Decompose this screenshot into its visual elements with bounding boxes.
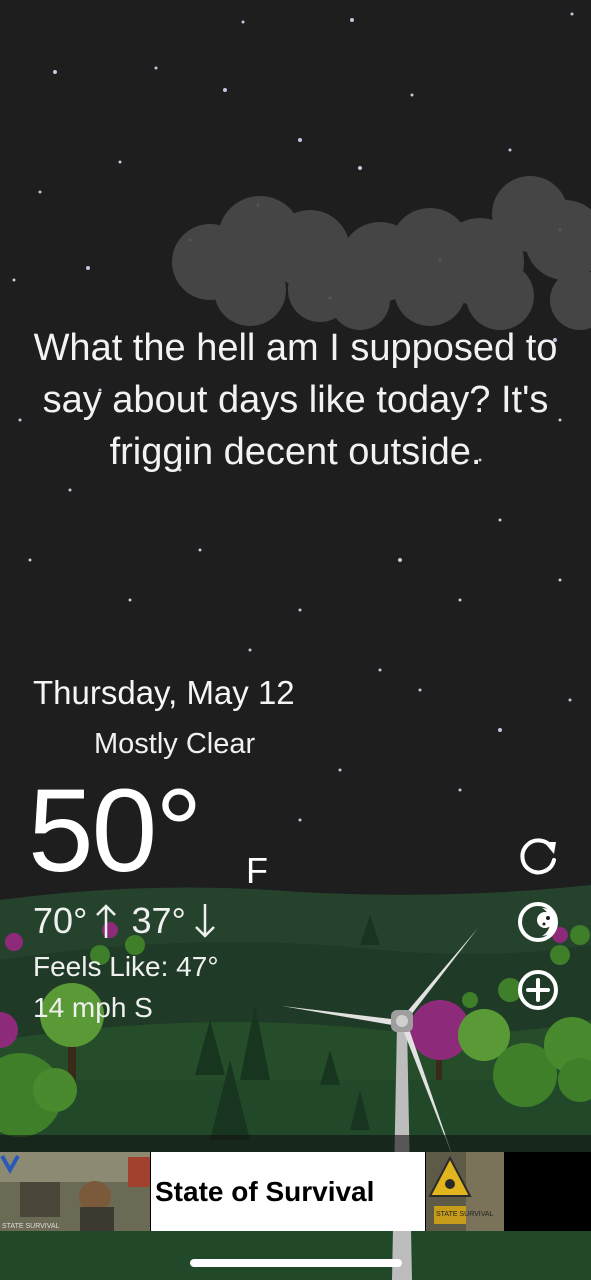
- ad-banner[interactable]: STATE SURVIVAL State of Survival STATE S…: [0, 1152, 591, 1231]
- ad-right-caption: STATE SURVIVAL: [436, 1211, 494, 1218]
- condition-row: Mostly Clear: [38, 724, 255, 764]
- ad-thumbnail-right[interactable]: STATE SURVIVAL: [426, 1152, 504, 1231]
- crescent-moon-icon: [47, 729, 62, 759]
- ad-left-caption: STATE SURVIVAL: [2, 1223, 60, 1230]
- low-temperature: 37°: [131, 900, 186, 941]
- high-low-row: 70° 37°: [33, 900, 230, 942]
- add-location-icon[interactable]: [514, 966, 562, 1014]
- forecast-message: What the hell am I supposed to say about…: [33, 327, 558, 473]
- home-indicator[interactable]: [190, 1259, 402, 1267]
- high-temperature: 70°: [33, 900, 88, 941]
- temperature-unit: F: [246, 850, 268, 891]
- ad-title[interactable]: State of Survival: [151, 1152, 425, 1231]
- arrow-up-icon: [96, 904, 117, 938]
- ad-thumbnail-left[interactable]: STATE SURVIVAL: [0, 1152, 150, 1231]
- moon-theme-icon[interactable]: [514, 898, 562, 946]
- wind-speed: 14 mph S: [33, 992, 153, 1023]
- forecast-date: Thursday, May 12: [33, 674, 295, 711]
- arrow-down-icon: [195, 904, 215, 938]
- feels-like: Feels Like: 47°: [33, 951, 219, 982]
- weather-background-scene: [0, 0, 591, 1280]
- condition-text: Mostly Clear: [94, 727, 256, 760]
- current-temperature: 50°: [28, 765, 202, 897]
- refresh-icon[interactable]: [514, 832, 562, 880]
